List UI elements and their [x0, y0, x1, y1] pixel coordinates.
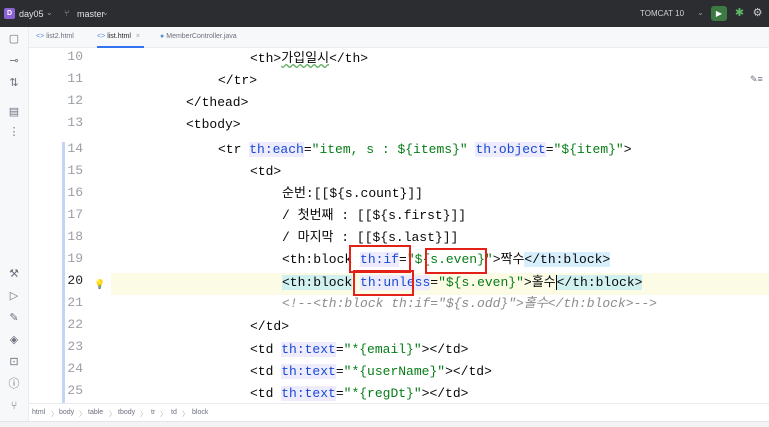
tool-window-bar: ▢ ⊸ ⇅ ▤ ⋮ ⚒ ▷ ✎ ◈ ⊡ ⓘ ⑂: [0, 27, 29, 427]
breadcrumb-item[interactable]: td: [171, 409, 177, 416]
chevron-down-icon[interactable]: ⌄: [697, 8, 704, 17]
editor-gutter: 10 11 12 13 14 15 16 17 18 19 20 21 22 2…: [29, 48, 111, 403]
code-line-11: </tr>: [218, 73, 258, 88]
tab-list-html[interactable]: <> list.html ×: [97, 27, 145, 48]
code-line-20: <th:block th:unless="${s.even}">홀수</th:b…: [282, 275, 643, 291]
line-number: 14: [67, 141, 83, 156]
editor-tabs: <> list2.html <> list.html × ● MemberControl…: [29, 27, 769, 48]
settings-icon[interactable]: ⚙: [751, 7, 764, 20]
chevron-down-icon[interactable]: ⌄: [102, 8, 109, 17]
annotation-box-th-unless: [353, 270, 414, 296]
line-number: 21: [67, 295, 83, 310]
line-number: 13: [67, 115, 83, 130]
project-icon[interactable]: ▢: [7, 32, 21, 46]
breadcrumb-separator: 〉: [79, 411, 86, 418]
annotation-box-s-even: [425, 248, 487, 274]
line-number: 20: [67, 273, 83, 288]
breadcrumb-item[interactable]: block: [192, 409, 208, 416]
code-line-17: / 첫번째 : [[${s.first}]]: [282, 208, 467, 223]
terminal-icon[interactable]: ⊡: [7, 355, 21, 369]
line-number: 12: [67, 93, 83, 108]
code-line-12: </thead>: [186, 95, 249, 110]
project-badge[interactable]: D: [4, 8, 15, 19]
breadcrumb-separator: 〉: [182, 411, 189, 418]
line-number: 11: [67, 71, 83, 86]
code-line-25: <td th:text="*{regDt}"></td>: [250, 386, 469, 401]
chevron-down-icon[interactable]: ⌄: [46, 8, 53, 17]
line-number: 25: [67, 383, 83, 398]
project-name[interactable]: day05: [19, 9, 44, 19]
java-class-icon: ●: [160, 33, 165, 40]
tab-list2-html[interactable]: <> list2.html: [36, 27, 74, 48]
close-icon[interactable]: ×: [136, 33, 140, 40]
code-editor[interactable]: <th>가입일시</th> </tr> </thead> <tbody> <tr…: [111, 48, 769, 403]
commit-icon[interactable]: ⊸: [7, 54, 21, 68]
code-line-16: 순번:[[${s.count}]]: [282, 186, 423, 201]
vcs-branch[interactable]: master: [77, 9, 105, 19]
lightbulb-icon[interactable]: 💡: [94, 279, 105, 290]
status-bar: [0, 421, 769, 427]
breadcrumb-separator: 〉: [140, 411, 147, 418]
line-number: 18: [67, 229, 83, 244]
line-number: 22: [67, 317, 83, 332]
breadcrumb-item[interactable]: tr: [151, 409, 155, 416]
line-number: 24: [67, 361, 83, 376]
line-number: 23: [67, 339, 83, 354]
pull-requests-icon[interactable]: ⇅: [7, 76, 21, 90]
vcs-change-marker[interactable]: [62, 142, 65, 403]
breadcrumb-item[interactable]: tbody: [118, 409, 135, 416]
reader-mode-icon[interactable]: ✎≡: [750, 74, 763, 85]
breadcrumb-separator: 〉: [160, 411, 167, 418]
code-line-24: <td th:text="*{userName}"></td>: [250, 364, 492, 379]
breadcrumb: html 〉 body 〉 table 〉 tbody 〉 tr 〉 td 〉 …: [29, 403, 769, 421]
branch-icon: ⑂: [64, 8, 70, 18]
breadcrumb-item[interactable]: table: [88, 409, 103, 416]
problems-icon[interactable]: ⓘ: [7, 377, 21, 391]
code-line-23: <td th:text="*{email}"></td>: [250, 342, 469, 357]
html-file-icon: <>: [97, 33, 106, 40]
debug-tool-icon[interactable]: ✎: [7, 311, 21, 325]
run-config[interactable]: TOMCAT 10: [640, 9, 684, 18]
git-icon[interactable]: ⑂: [7, 399, 21, 413]
line-number: 17: [67, 207, 83, 222]
line-number: 15: [67, 163, 83, 178]
title-bar: D day05 ⌄ ⑂ master ⌄ TOMCAT 10 ⌄ ▶ ✱ ⚙: [0, 0, 769, 27]
line-number: 16: [67, 185, 83, 200]
breadcrumb-item[interactable]: body: [59, 409, 74, 416]
breadcrumb-separator: 〉: [109, 411, 116, 418]
breadcrumb-separator: 〉: [51, 411, 58, 418]
code-line-13: <tbody>: [186, 117, 241, 132]
build-icon[interactable]: ⚒: [7, 267, 21, 281]
run-tool-icon[interactable]: ▷: [7, 289, 21, 303]
structure-icon[interactable]: ▤: [7, 105, 21, 119]
debug-icon[interactable]: ✱: [733, 7, 746, 20]
run-button[interactable]: ▶: [711, 6, 727, 21]
code-line-10: <th>가입일시</th>: [250, 51, 369, 66]
line-number: 19: [67, 251, 83, 266]
tab-membercontroller-java[interactable]: ● MemberController.java: [160, 27, 237, 48]
code-line-15: <td>: [250, 164, 282, 179]
line-number: 10: [67, 49, 83, 64]
html-file-icon: <>: [36, 33, 45, 40]
more-icon[interactable]: ⋮: [7, 125, 21, 139]
services-icon[interactable]: ◈: [7, 333, 21, 347]
breadcrumb-item[interactable]: html: [32, 409, 45, 416]
code-line-14: <tr th:each="item, s : ${items}" th:obje…: [218, 142, 632, 157]
code-line-21: <!--<th:block th:if="${s.odd}">홀수</th:bl…: [282, 296, 657, 311]
annotation-box-th-if: [349, 245, 411, 273]
code-line-22: </td>: [250, 319, 290, 334]
